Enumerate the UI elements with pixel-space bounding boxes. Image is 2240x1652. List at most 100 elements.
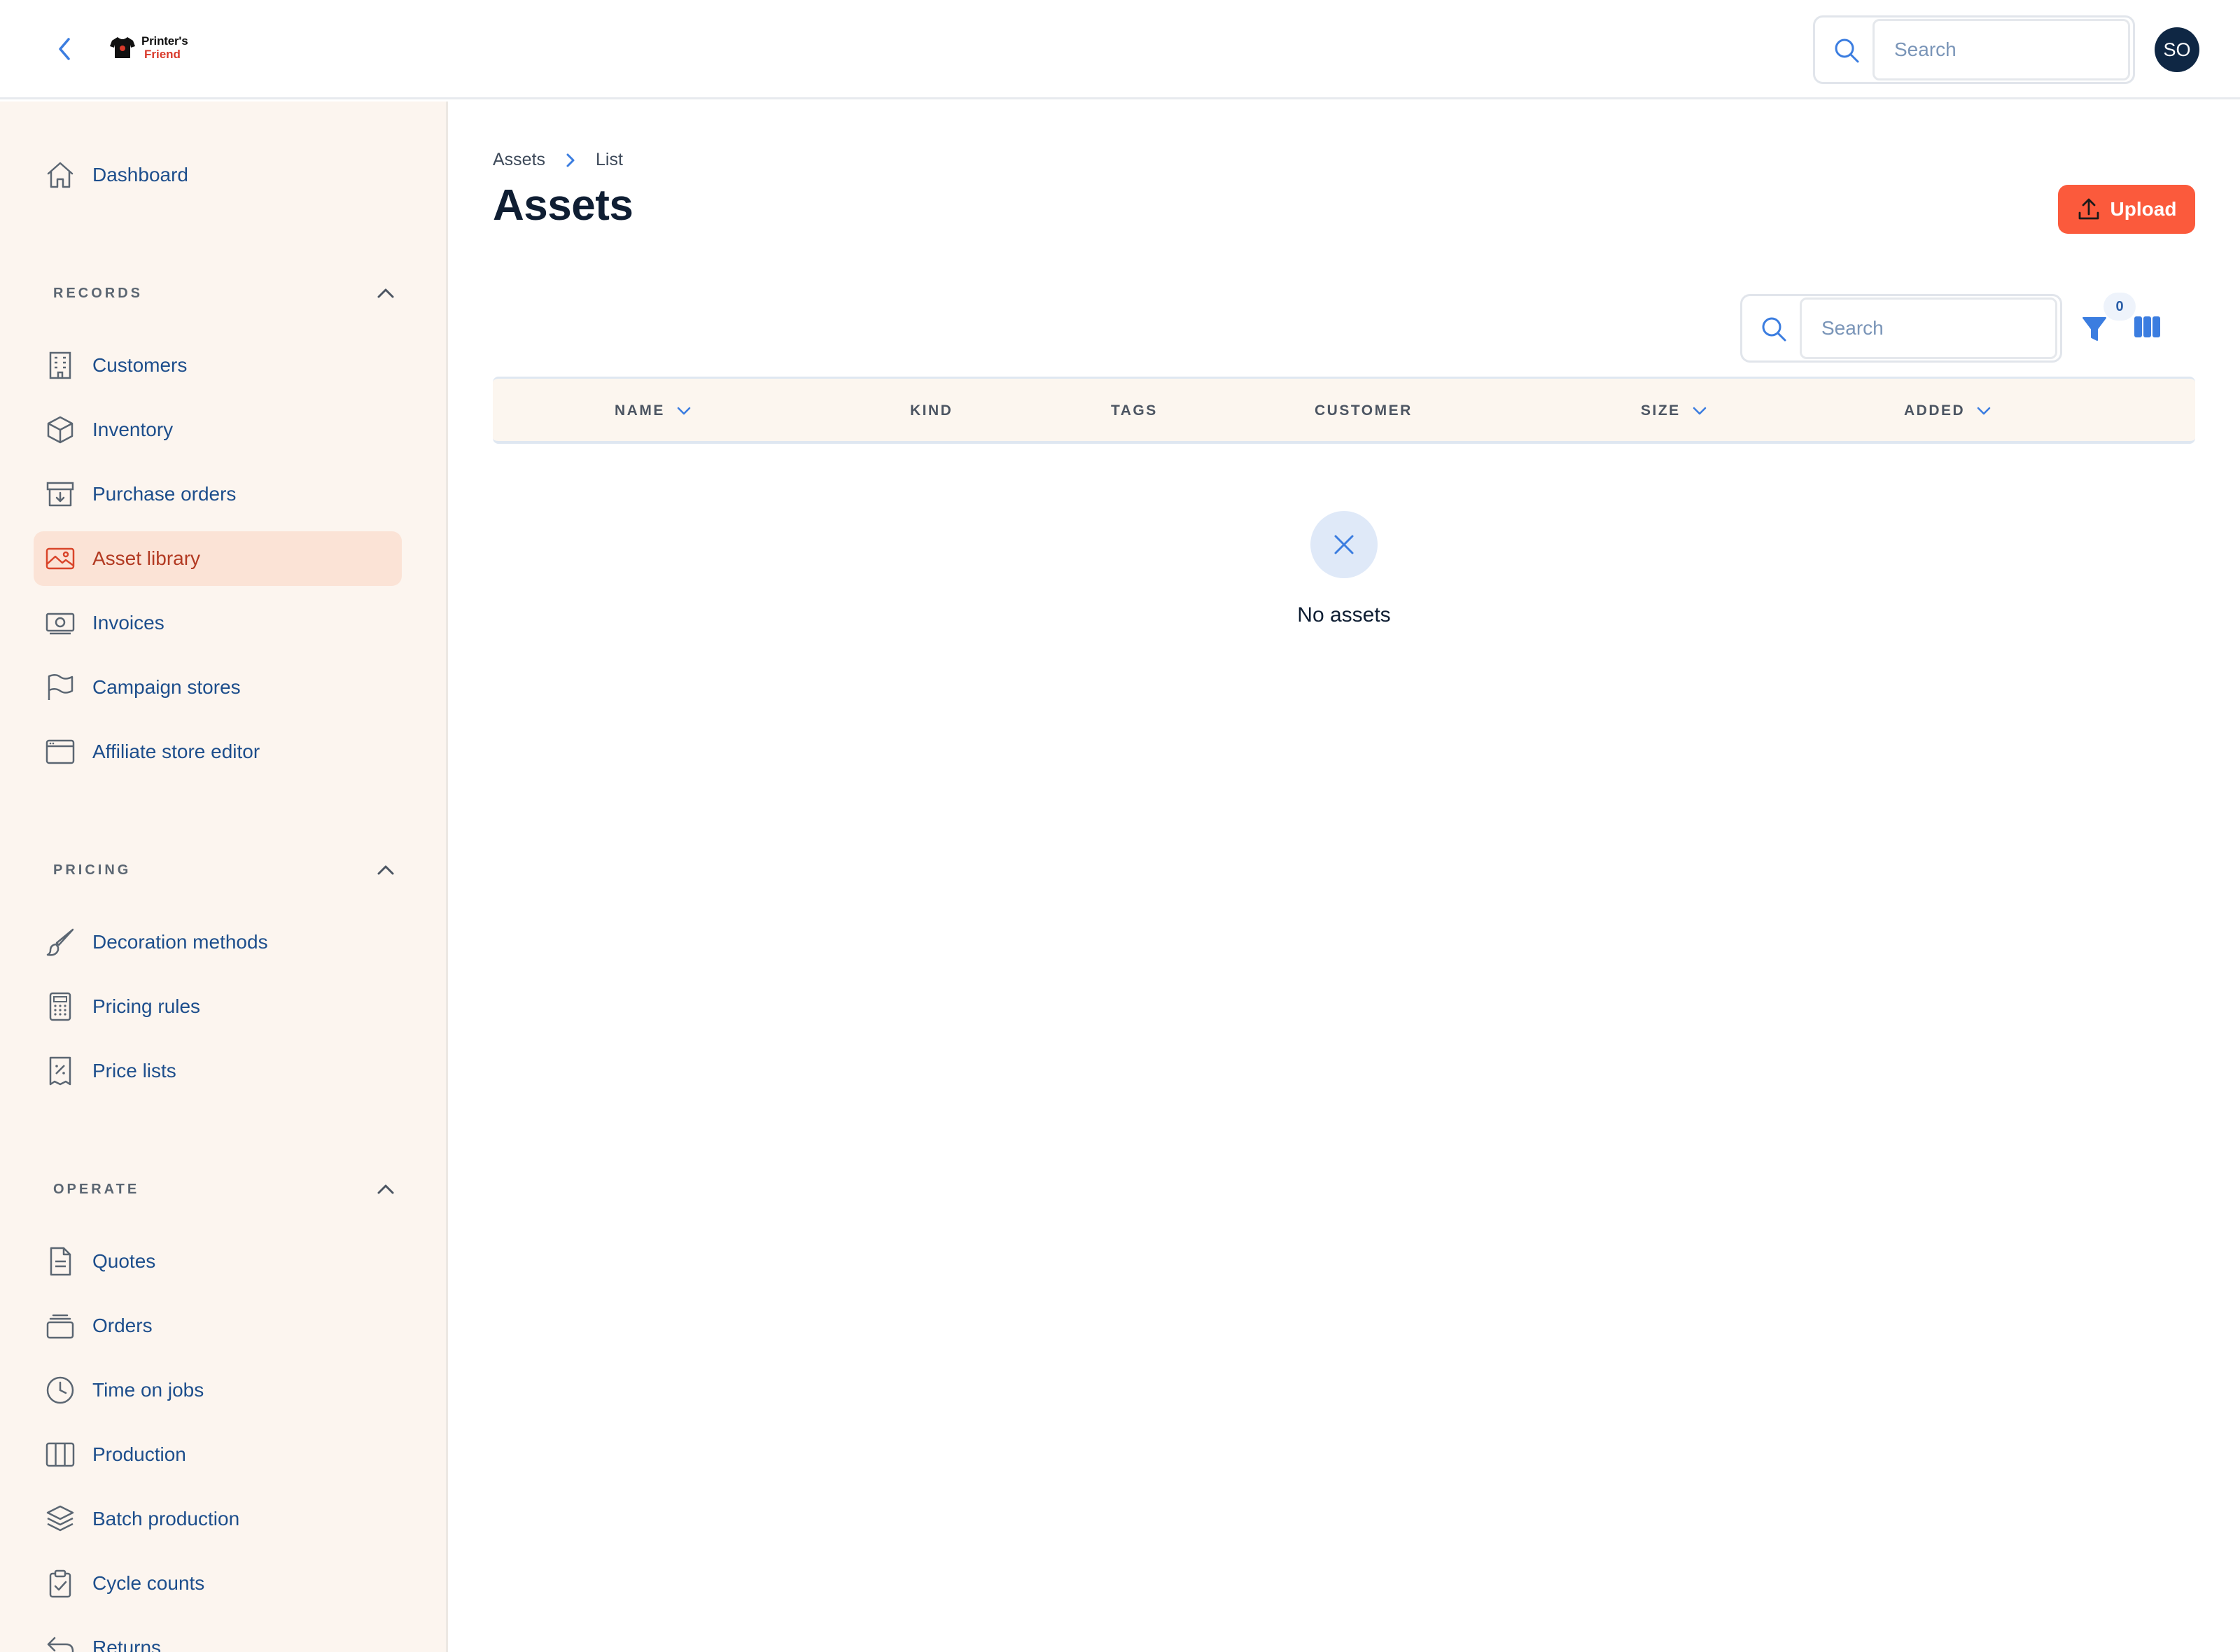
- sidebar-item-affiliate-store-editor[interactable]: Affiliate store editor: [34, 724, 402, 779]
- layers-icon: [45, 1504, 76, 1534]
- column-label: NAME: [615, 402, 665, 419]
- sidebar-item-price-lists[interactable]: Price lists: [34, 1044, 402, 1098]
- sidebar-item-invoices[interactable]: Invoices: [34, 596, 402, 650]
- sidebar-item-label: Price lists: [92, 1060, 176, 1082]
- logo[interactable]: Printer's Friend: [109, 35, 188, 60]
- empty-state-text: No assets: [1297, 603, 1391, 626]
- column-size[interactable]: SIZE: [1641, 379, 1707, 443]
- columns-toggle-button[interactable]: [2134, 315, 2162, 340]
- chevron-up-icon[interactable]: [375, 860, 396, 881]
- sidebar-item-dashboard[interactable]: Dashboard: [34, 148, 402, 202]
- table-search: [1740, 294, 2062, 363]
- document-icon: [45, 1246, 76, 1277]
- column-tags: TAGS: [1111, 379, 1158, 443]
- column-label: CUSTOMER: [1315, 402, 1413, 419]
- sidebar-item-cycle-counts[interactable]: Cycle counts: [34, 1556, 402, 1611]
- back-button[interactable]: [49, 34, 80, 64]
- sidebar-item-inventory[interactable]: Inventory: [34, 402, 402, 457]
- sidebar-item-label: Customers: [92, 354, 188, 376]
- filter-count-badge: 0: [2104, 293, 2136, 321]
- section-title: PRICING: [53, 862, 132, 878]
- breadcrumb: Assets List: [493, 150, 623, 170]
- sidebar-item-customers[interactable]: Customers: [34, 338, 402, 393]
- chevron-down-icon: [1693, 407, 1706, 415]
- flag-icon: [45, 672, 76, 703]
- search-icon: [1762, 317, 1786, 342]
- sidebar-item-label: Pricing rules: [92, 995, 201, 1017]
- breadcrumb-list: List: [596, 150, 623, 169]
- sidebar-item-label: Inventory: [92, 419, 174, 440]
- section-pricing: PRICING: [53, 856, 403, 884]
- logo-line2: Friend: [144, 48, 181, 61]
- sidebar-item-label: Decoration methods: [92, 931, 268, 953]
- chevron-left-icon: [59, 38, 70, 60]
- sidebar-item-label: Invoices: [92, 612, 164, 634]
- clock-icon: [45, 1375, 76, 1406]
- sidebar-item-label: Purchase orders: [92, 483, 237, 505]
- column-added[interactable]: ADDED: [1904, 379, 1991, 443]
- sidebar-item-decoration-methods[interactable]: Decoration methods: [34, 915, 402, 969]
- breadcrumb-assets[interactable]: Assets: [493, 150, 545, 170]
- sidebar-item-purchase-orders[interactable]: Purchase orders: [34, 467, 402, 522]
- calculator-icon: [45, 991, 76, 1022]
- home-icon: [45, 160, 76, 190]
- sidebar-item-label: Dashboard: [92, 164, 188, 186]
- table-search-input[interactable]: [1800, 298, 2057, 359]
- sidebar-item-label: Cycle counts: [92, 1572, 205, 1594]
- columns-icon: [45, 1439, 76, 1470]
- upload-label: Upload: [2110, 198, 2177, 220]
- chevron-up-icon[interactable]: [375, 283, 396, 304]
- receipt-percent-icon: [45, 1056, 76, 1086]
- close-icon: [1334, 535, 1354, 554]
- sidebar-item-asset-library[interactable]: Asset library: [34, 531, 402, 586]
- section-operate: OPERATE: [53, 1175, 403, 1203]
- sidebar-item-label: Quotes: [92, 1250, 156, 1272]
- sidebar-item-campaign-stores[interactable]: Campaign stores: [34, 660, 402, 715]
- tshirt-logo-icon: [110, 37, 135, 58]
- sidebar: Dashboard RECORDS Customers Inventory Pu…: [0, 102, 448, 1652]
- header-search: [1813, 15, 2135, 84]
- chevron-down-icon: [1977, 407, 1991, 415]
- table-header: NAME KIND TAGS CUSTOMER SIZE ADDED: [493, 377, 2195, 444]
- search-icon: [1835, 38, 1859, 63]
- section-title: OPERATE: [53, 1181, 140, 1197]
- image-icon: [45, 543, 76, 574]
- sidebar-item-label: Asset library: [92, 547, 201, 569]
- header-search-input[interactable]: [1872, 19, 2130, 80]
- archive-icon: [45, 479, 76, 510]
- logo-line1: Printer's: [141, 34, 188, 48]
- empty-state-icon: [1310, 511, 1378, 578]
- sidebar-item-label: Production: [92, 1443, 186, 1465]
- sidebar-item-quotes[interactable]: Quotes: [34, 1234, 402, 1289]
- column-label: ADDED: [1904, 402, 1966, 419]
- sidebar-item-orders[interactable]: Orders: [34, 1298, 402, 1353]
- column-kind: KIND: [910, 379, 953, 443]
- funnel-icon: [2082, 317, 2106, 341]
- chevron-up-icon[interactable]: [375, 1179, 396, 1200]
- browser-window-icon: [45, 736, 76, 767]
- sidebar-item-returns[interactable]: Returns: [34, 1620, 402, 1652]
- sidebar-item-label: Orders: [92, 1315, 153, 1336]
- section-title: RECORDS: [53, 285, 144, 301]
- sidebar-item-batch-production[interactable]: Batch production: [34, 1492, 402, 1546]
- sidebar-item-label: Batch production: [92, 1508, 240, 1530]
- column-customer: CUSTOMER: [1315, 379, 1413, 443]
- sidebar-item-label: Time on jobs: [92, 1379, 204, 1401]
- column-name[interactable]: NAME: [615, 379, 692, 443]
- top-header: Printer's Friend SO: [0, 0, 2240, 99]
- sidebar-item-time-on-jobs[interactable]: Time on jobs: [34, 1363, 402, 1418]
- sidebar-item-label: Campaign stores: [92, 676, 241, 698]
- stack-tray-icon: [45, 1310, 76, 1341]
- sidebar-item-pricing-rules[interactable]: Pricing rules: [34, 979, 402, 1034]
- sidebar-item-label: Returns: [92, 1637, 162, 1652]
- clipboard-check-icon: [45, 1568, 76, 1599]
- upload-icon: [2078, 198, 2099, 220]
- columns-icon: [2134, 316, 2160, 337]
- return-arrow-icon: [45, 1632, 76, 1652]
- sidebar-item-production[interactable]: Production: [34, 1427, 402, 1482]
- column-label: TAGS: [1111, 402, 1158, 419]
- upload-button[interactable]: Upload: [2058, 185, 2195, 234]
- cube-icon: [45, 414, 76, 445]
- avatar[interactable]: SO: [2155, 27, 2199, 72]
- section-records: RECORDS: [53, 279, 403, 307]
